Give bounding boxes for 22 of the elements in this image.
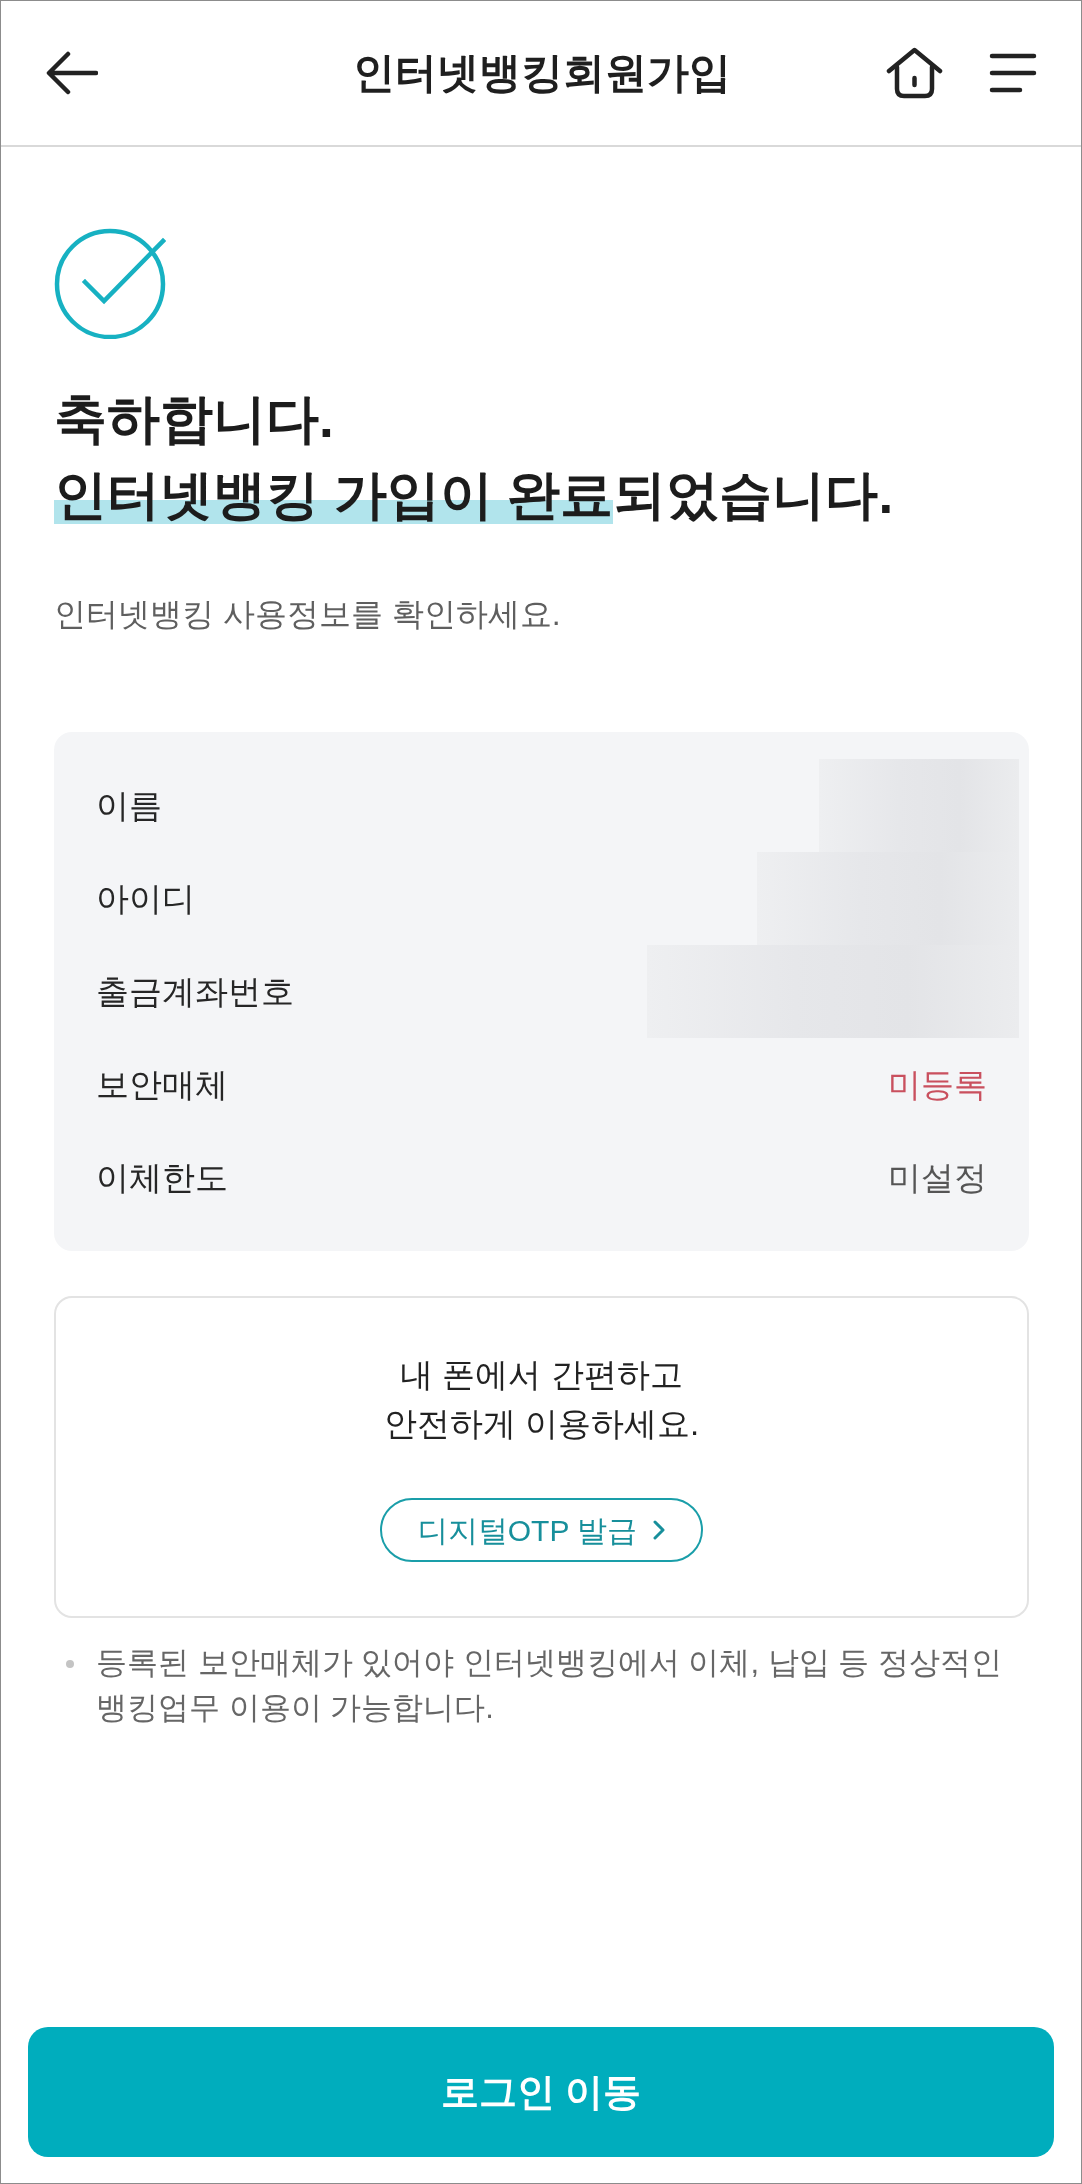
otp-message: 내 폰에서 간편하고 안전하게 이용하세요. (383, 1355, 700, 1444)
field-value: 미설정 (888, 1157, 987, 1198)
field-value: 미등록 (888, 1064, 987, 1105)
field-label: 이체한도 (96, 1157, 228, 1198)
login-button[interactable]: 로그인 이동 (28, 2027, 1054, 2157)
subtitle: 인터넷뱅킹 사용정보를 확인하세요. (54, 595, 562, 634)
back-button[interactable] (46, 51, 98, 95)
back-arrow-icon (46, 51, 98, 95)
page-title: 인터넷뱅킹회원가입 (352, 48, 731, 98)
field-label: 아이디 (96, 878, 195, 919)
digital-otp-button[interactable]: 디지털OTP 발급 (379, 1498, 704, 1562)
home-button[interactable] (886, 47, 943, 99)
note-text: 등록된 보안매체가 있어야 인터넷뱅킹에서 이체, 납입 등 정상적인 뱅킹업무 이용이 가능합니다. (96, 1644, 1003, 1727)
greeting-heading: 축하합니다. (54, 388, 335, 450)
menu-button[interactable] (989, 53, 1037, 93)
chevron-right-icon (653, 1520, 666, 1540)
field-label: 출금계좌번호 (96, 971, 294, 1012)
bullet-icon (66, 1660, 74, 1668)
field-label: 이름 (96, 785, 162, 826)
field-label: 보안매체 (96, 1064, 228, 1105)
home-icon (886, 47, 943, 99)
menu-icon (989, 53, 1037, 93)
